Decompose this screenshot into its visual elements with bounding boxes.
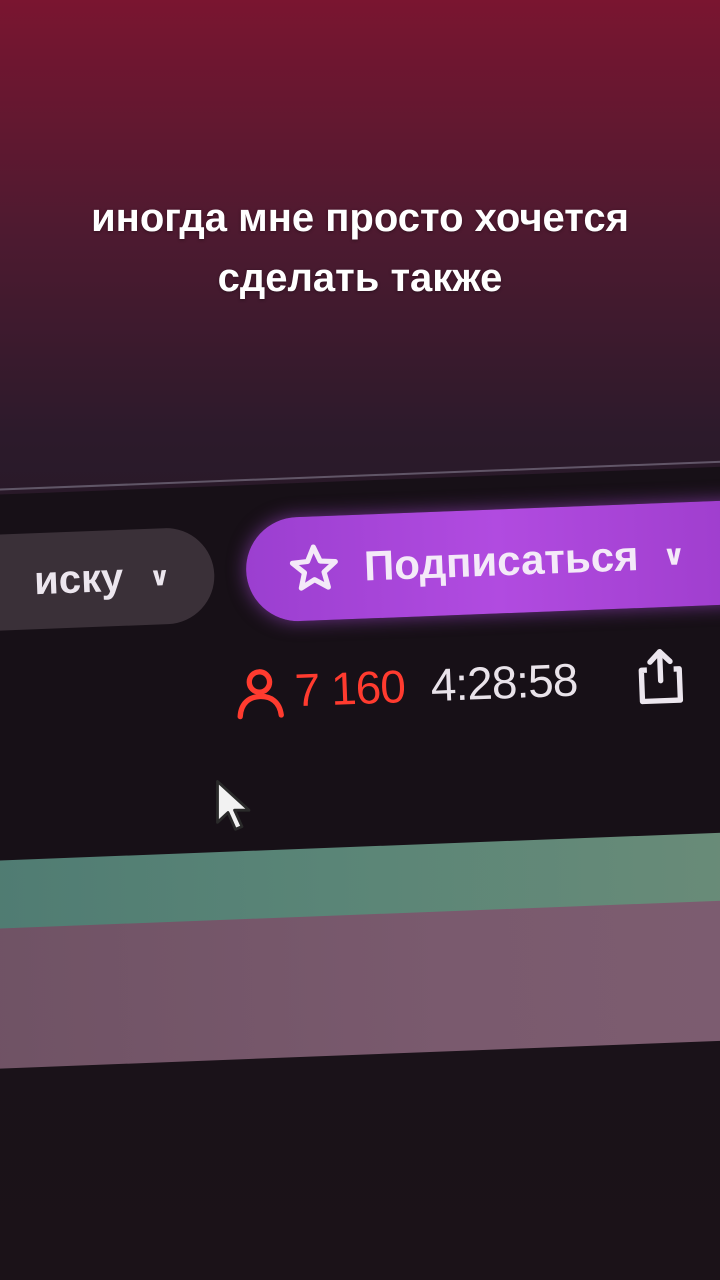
mouse-cursor-icon <box>216 780 251 831</box>
left-dropdown-button[interactable]: иску ∨ <box>0 526 217 634</box>
chevron-down-icon: ∨ <box>148 560 171 592</box>
stream-uptime: 4:28:58 <box>429 653 579 712</box>
screen-bottom-area <box>0 898 720 1070</box>
star-icon <box>289 544 338 591</box>
subscribe-button[interactable]: Подписаться ∨ <box>244 497 720 624</box>
viewer-count: 7 160 <box>293 660 406 717</box>
left-dropdown-label: иску <box>33 555 125 603</box>
person-icon <box>237 669 284 720</box>
share-icon[interactable] <box>632 646 688 706</box>
subscribe-chevron-icon[interactable]: ∨ <box>662 538 686 572</box>
subscribe-label: Подписаться <box>363 532 640 590</box>
caption-line-1: иногда мне просто хочется <box>91 196 629 240</box>
caption-line-2: сделать также <box>217 256 503 300</box>
caption-overlay: иногда мне просто хочется сделать также <box>0 188 720 308</box>
